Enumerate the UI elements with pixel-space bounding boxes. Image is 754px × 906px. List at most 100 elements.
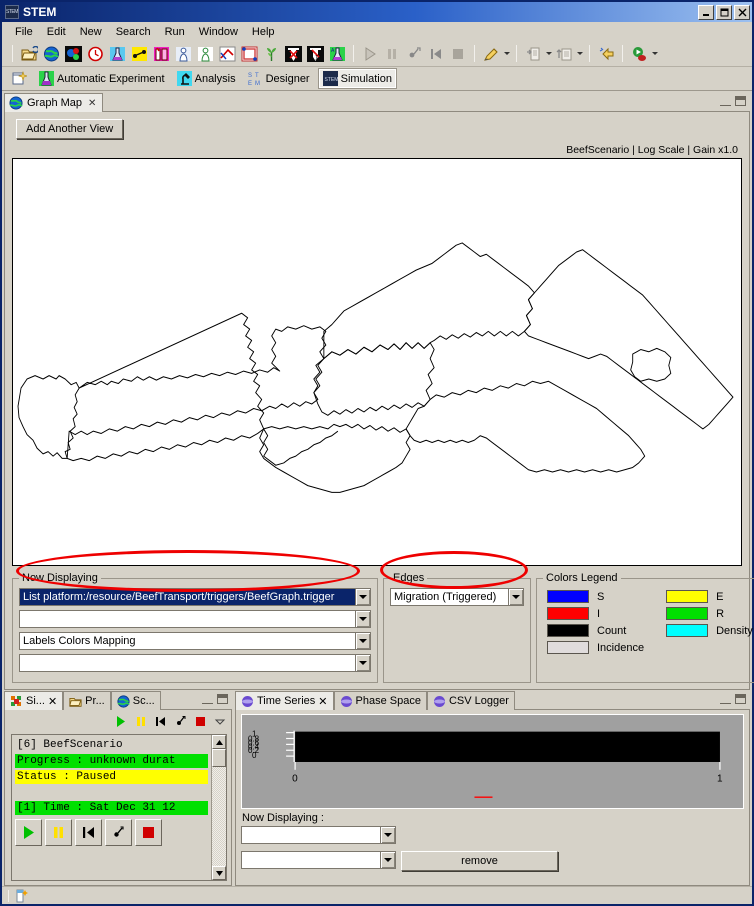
experiment-pink-icon[interactable]	[151, 44, 171, 64]
export-dropdown-icon[interactable]	[575, 44, 584, 64]
import-dropdown-icon[interactable]	[544, 44, 553, 64]
sim-stop-button[interactable]	[135, 819, 162, 846]
legend-label: Count	[597, 624, 627, 637]
export-icon[interactable]	[554, 44, 574, 64]
rewind-icon[interactable]	[154, 715, 167, 728]
test-tube-red-icon[interactable]	[283, 44, 303, 64]
chevron-down-icon[interactable]	[380, 852, 395, 868]
step-icon[interactable]	[404, 44, 424, 64]
step-icon[interactable]	[174, 715, 187, 728]
play-icon[interactable]	[114, 715, 127, 728]
tab-graph-map[interactable]: Graph Map ✕	[4, 93, 104, 112]
globe-icon[interactable]	[41, 44, 61, 64]
back-icon[interactable]	[596, 44, 616, 64]
maximize-view-icon[interactable]	[735, 694, 746, 704]
marker-dropdown-icon[interactable]	[502, 44, 511, 64]
menu-edit[interactable]: Edit	[40, 24, 73, 40]
map-canvas[interactable]	[12, 158, 742, 566]
perspective-automatic-experiment[interactable]: Automatic Experiment	[35, 69, 169, 88]
graph-node-icon[interactable]	[239, 44, 259, 64]
minimize-view-icon[interactable]	[202, 695, 213, 704]
perspective-simulation[interactable]: STEM Simulation	[317, 68, 397, 89]
flask-blue-icon[interactable]	[107, 44, 127, 64]
stop-icon[interactable]	[448, 44, 468, 64]
pencil-graph-icon[interactable]	[217, 44, 237, 64]
scrollbar-track[interactable]	[212, 767, 226, 866]
import-icon[interactable]	[523, 44, 543, 64]
scroll-down-icon[interactable]	[212, 866, 226, 880]
person-blue-icon[interactable]	[173, 44, 193, 64]
add-another-view-button[interactable]: Add Another View	[16, 119, 124, 139]
time-series-chart[interactable]: 1 0.8 0.6 0.4 0.2 0 0 1	[241, 714, 744, 809]
flask-green-icon[interactable]: A	[327, 44, 347, 64]
menu-new[interactable]: New	[73, 24, 109, 40]
ts-combo-1[interactable]	[241, 826, 396, 844]
view-menu-icon[interactable]	[214, 715, 226, 728]
sim-rewind-button[interactable]	[75, 819, 102, 846]
maximize-button[interactable]	[716, 4, 732, 20]
now-displaying-combo-2[interactable]	[19, 610, 371, 628]
chevron-down-icon[interactable]	[380, 827, 395, 843]
debug-dropdown-icon[interactable]	[650, 44, 659, 64]
now-displaying-combo-4[interactable]	[19, 654, 371, 672]
toolbar-separator	[516, 45, 517, 62]
simulations-list[interactable]: [6] BeefScenario Progress : unknown dura…	[11, 734, 227, 881]
remove-button[interactable]: remove	[401, 851, 558, 871]
pause-icon[interactable]	[382, 44, 402, 64]
stem-logo-icon: STEM	[5, 5, 19, 19]
tab-scenarios[interactable]: Sc...	[110, 691, 161, 710]
plant-icon[interactable]	[261, 44, 281, 64]
maximize-view-icon[interactable]	[217, 694, 228, 704]
tab-time-series[interactable]: Time Series ✕	[235, 691, 334, 710]
tab-projects[interactable]: Pr...	[63, 691, 111, 710]
rewind-icon[interactable]	[426, 44, 446, 64]
maximize-view-icon[interactable]	[735, 96, 746, 106]
tab-simulations[interactable]: Si... ✕	[4, 691, 64, 710]
marker-icon[interactable]	[481, 44, 501, 64]
ts-combo-2[interactable]	[241, 851, 396, 869]
chevron-down-icon[interactable]	[355, 589, 370, 605]
sim-line-scenario[interactable]: [6] BeefScenario	[15, 738, 208, 752]
menu-help[interactable]: Help	[245, 24, 282, 40]
open-folder-icon[interactable]	[19, 44, 39, 64]
now-displaying-combo-3[interactable]: Labels Colors Mapping	[19, 632, 371, 650]
chevron-down-icon[interactable]	[355, 655, 370, 671]
close-icon[interactable]: ✕	[48, 695, 57, 708]
close-button[interactable]	[734, 4, 750, 20]
minimize-view-icon[interactable]	[720, 695, 731, 704]
test-tube-i-icon[interactable]: I	[305, 44, 325, 64]
run-icon[interactable]	[360, 44, 380, 64]
menu-search[interactable]: Search	[109, 24, 158, 40]
tab-csv-logger[interactable]: CSV Logger	[426, 691, 515, 710]
close-icon[interactable]: ✕	[318, 695, 327, 708]
scrollbar-thumb[interactable]	[212, 749, 226, 767]
person-green-icon[interactable]	[195, 44, 215, 64]
menu-window[interactable]: Window	[192, 24, 245, 40]
menu-file[interactable]: File	[8, 24, 40, 40]
clock-icon[interactable]	[85, 44, 105, 64]
sim-step-button[interactable]	[105, 819, 132, 846]
close-icon[interactable]: ✕	[88, 98, 96, 109]
stop-icon[interactable]	[194, 715, 207, 728]
chevron-down-icon[interactable]	[355, 611, 370, 627]
debug-icon[interactable]	[629, 44, 649, 64]
tab-phase-space[interactable]: Phase Space	[333, 691, 427, 710]
minimize-view-icon[interactable]	[720, 97, 731, 106]
svg-text:E: E	[248, 81, 252, 86]
edges-combo[interactable]: Migration (Triggered)	[390, 588, 524, 606]
sim-pause-button[interactable]	[45, 819, 72, 846]
chevron-down-icon[interactable]	[355, 633, 370, 649]
sim-play-button[interactable]	[15, 819, 42, 846]
new-perspective-button[interactable]	[8, 69, 31, 88]
now-displaying-combo-1[interactable]: List platform:/resource/BeefTransport/tr…	[19, 588, 371, 606]
earth-graph-icon[interactable]	[63, 44, 83, 64]
sim-list-scrollbar[interactable]	[211, 735, 226, 880]
menu-run[interactable]: Run	[158, 24, 192, 40]
perspective-analysis[interactable]: Analysis	[173, 69, 240, 88]
scroll-up-icon[interactable]	[212, 735, 226, 749]
pause-icon[interactable]	[134, 715, 147, 728]
minimize-button[interactable]	[698, 4, 714, 20]
connector-yellow-icon[interactable]	[129, 44, 149, 64]
perspective-designer[interactable]: STEM Designer	[244, 69, 314, 88]
chevron-down-icon[interactable]	[508, 589, 523, 605]
